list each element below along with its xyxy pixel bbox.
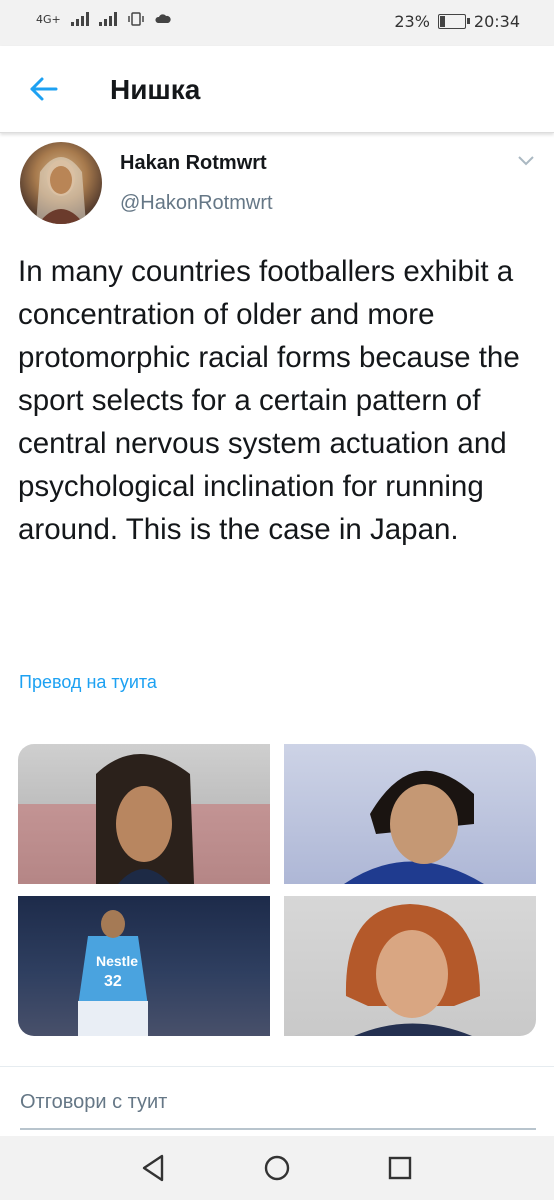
signal-icon	[70, 12, 89, 26]
status-right: 23% 20:34	[394, 12, 520, 31]
status-bar: 4G+ 23% 20:34	[0, 0, 554, 46]
signal-icon-2	[98, 12, 117, 26]
system-nav-bar	[0, 1136, 554, 1200]
author-handle[interactable]: @HakonRotmwrt	[120, 192, 273, 215]
media-photo-4[interactable]	[284, 896, 536, 1036]
jersey-sponsor: Nestle	[96, 953, 138, 969]
media-photo-1[interactable]	[18, 744, 270, 884]
page-title: Нишка	[110, 74, 201, 105]
media-photo-3[interactable]: Nestle 32	[18, 896, 270, 1036]
cloud-icon	[155, 14, 171, 23]
avatar-image	[36, 157, 86, 224]
vibrate-icon	[128, 12, 144, 26]
tweet-media-grid[interactable]: Nestle 32	[18, 744, 536, 1036]
battery-percent: 23%	[394, 12, 430, 31]
battery-fill	[439, 16, 446, 27]
author-name[interactable]: Hakan Rotmwrt	[120, 152, 267, 175]
reply-underline	[20, 1128, 536, 1130]
jersey-number: 32	[104, 973, 122, 990]
recents-square-icon[interactable]	[382, 1150, 418, 1186]
back-triangle-icon[interactable]	[136, 1150, 172, 1186]
chevron-down-icon[interactable]	[516, 154, 536, 168]
media-photo-2[interactable]	[284, 744, 536, 884]
translate-link[interactable]: Превод на туита	[19, 672, 157, 693]
reply-input[interactable]: Отговори с туит	[20, 1091, 167, 1114]
arrow-left-icon[interactable]	[26, 72, 60, 106]
network-type: 4G+	[36, 12, 61, 26]
home-circle-icon[interactable]	[259, 1150, 295, 1186]
app-header: Нишка	[0, 46, 554, 133]
battery-icon	[437, 14, 470, 29]
clock: 20:34	[473, 12, 520, 31]
avatar[interactable]	[20, 142, 102, 224]
tweet-text: In many countries footballers exhibit a …	[18, 255, 520, 546]
status-left: 4G+	[36, 12, 171, 26]
